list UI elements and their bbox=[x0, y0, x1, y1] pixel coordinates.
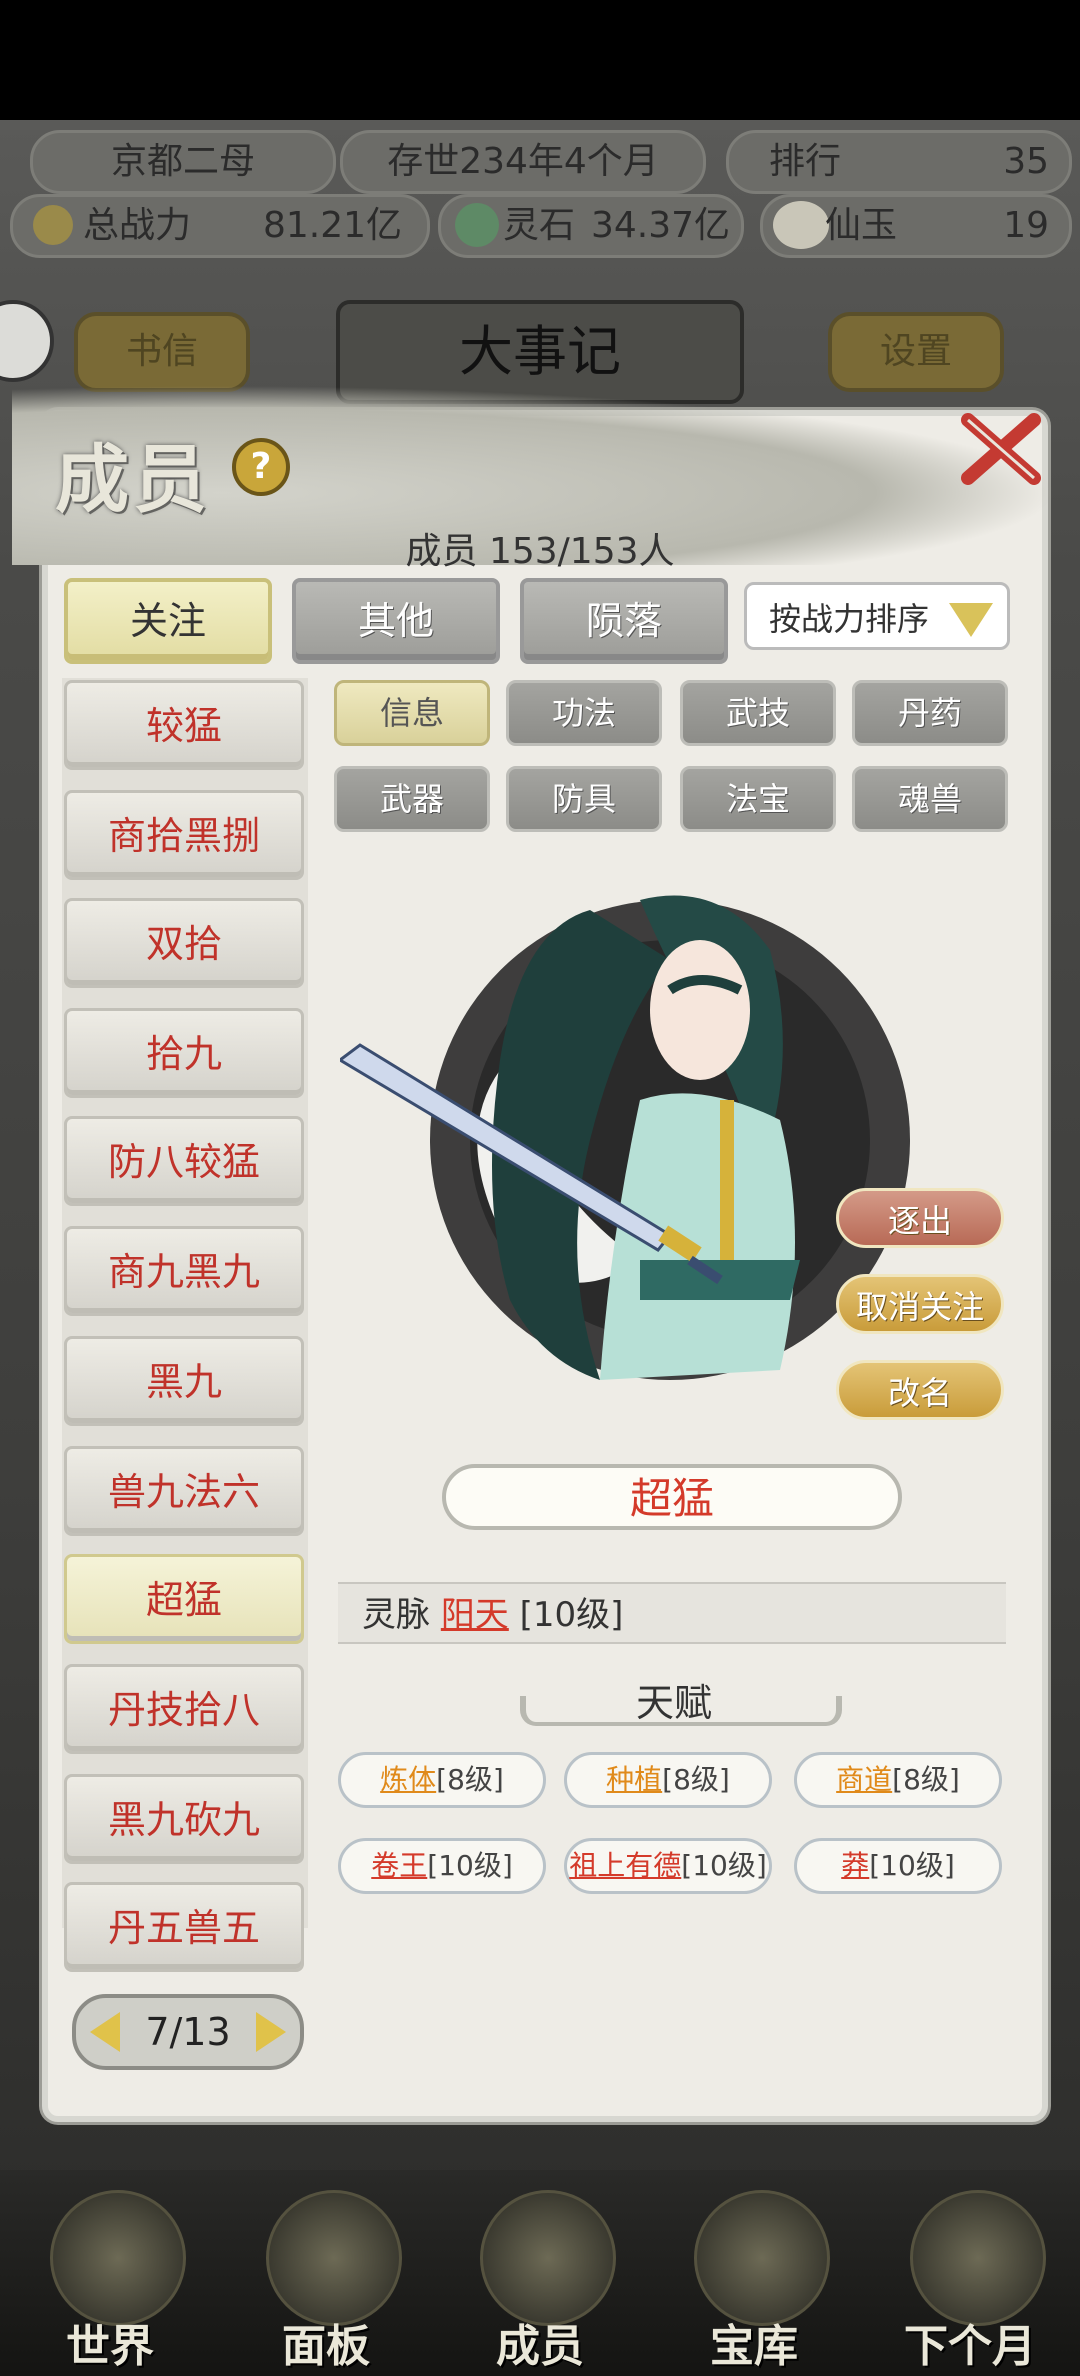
subtab-beast[interactable]: 魂兽 bbox=[852, 766, 1008, 832]
jade-label: 仙玉 bbox=[825, 205, 898, 246]
member-count: 成员 153/153人 bbox=[405, 531, 675, 572]
swirl-icon bbox=[910, 2190, 1046, 2326]
list-item[interactable]: 商拾黑捌 bbox=[64, 790, 304, 880]
list-item[interactable]: 丹技拾八 bbox=[64, 1664, 304, 1754]
chevron-down-icon bbox=[949, 603, 993, 637]
list-item[interactable]: 较猛 bbox=[64, 680, 304, 770]
nav-label: 世界 bbox=[66, 2321, 154, 2372]
list-item[interactable]: 丹五兽五 bbox=[64, 1882, 304, 1972]
spirit-stone-badge: 灵石 34.37亿 bbox=[438, 194, 744, 258]
spirit-stone-value: 34.37亿 bbox=[591, 205, 731, 246]
jade-badge: 仙玉 19 bbox=[760, 194, 1072, 258]
talent-name: 商道 bbox=[836, 1763, 893, 1796]
subtab-martial[interactable]: 武技 bbox=[680, 680, 836, 746]
rank-label: 排行 bbox=[769, 141, 842, 182]
scroll-icon bbox=[266, 2190, 402, 2326]
nav-treasury[interactable]: 宝库 bbox=[664, 2180, 844, 2376]
talent-name: 卷王 bbox=[371, 1849, 428, 1882]
next-page-icon[interactable] bbox=[256, 2012, 286, 2052]
dialog-title: 成员 bbox=[55, 437, 211, 523]
yin-yang-icon bbox=[694, 2190, 830, 2326]
sort-label: 按战力排序 bbox=[769, 600, 930, 638]
talent-pill[interactable]: 炼体[8级] bbox=[338, 1752, 546, 1808]
vein-row: 灵脉 阳天 [10级] bbox=[338, 1582, 1006, 1644]
talent-level: [10级] bbox=[427, 1849, 513, 1882]
spirit-stone-label: 灵石 bbox=[503, 205, 576, 246]
power-icon bbox=[33, 205, 73, 245]
list-item[interactable]: 双拾 bbox=[64, 898, 304, 988]
nav-label: 宝库 bbox=[710, 2321, 798, 2372]
talent-name: 祖上有德 bbox=[569, 1849, 682, 1882]
member-name-plate: 超猛 bbox=[442, 1464, 902, 1530]
tab-follow[interactable]: 关注 bbox=[64, 578, 272, 664]
jade-value: 19 bbox=[1003, 205, 1049, 246]
status-bar bbox=[0, 0, 1080, 120]
nav-label: 下个月 bbox=[904, 2321, 1036, 2372]
pager: 7/13 bbox=[72, 1994, 304, 2070]
sort-dropdown[interactable]: 按战力排序 bbox=[744, 582, 1010, 650]
vein-label: 灵脉 bbox=[362, 1595, 430, 1635]
nav-label: 面板 bbox=[282, 2321, 370, 2372]
list-item[interactable]: 防八较猛 bbox=[64, 1116, 304, 1206]
talent-name: 莽 bbox=[841, 1849, 870, 1882]
power-badge: 总战力 81.21亿 bbox=[10, 194, 430, 258]
hud-row-resources: 总战力 81.21亿 灵石 34.37亿 仙玉 19 bbox=[0, 194, 1080, 272]
subtab-technique[interactable]: 功法 bbox=[506, 680, 662, 746]
subtab-info[interactable]: 信息 bbox=[334, 680, 490, 746]
power-value: 81.21亿 bbox=[263, 205, 403, 246]
talent-pill[interactable]: 种植[8级] bbox=[564, 1752, 772, 1808]
talent-level: [8级] bbox=[662, 1763, 730, 1796]
settings-button[interactable]: 设置 bbox=[828, 312, 1004, 392]
nav-label: 成员 bbox=[496, 2321, 584, 2372]
page-indicator: 7/13 bbox=[145, 2010, 231, 2054]
talent-name: 炼体 bbox=[380, 1763, 437, 1796]
rank-badge[interactable]: 排行 35 bbox=[726, 130, 1072, 194]
list-item[interactable]: 兽九法六 bbox=[64, 1446, 304, 1536]
talent-level: [10级] bbox=[681, 1849, 767, 1882]
subtab-weapon[interactable]: 武器 bbox=[334, 766, 490, 832]
talent-level: [8级] bbox=[436, 1763, 504, 1796]
list-item[interactable]: 拾九 bbox=[64, 1008, 304, 1098]
tab-fallen[interactable]: 陨落 bbox=[520, 578, 728, 664]
list-item-selected[interactable]: 超猛 bbox=[64, 1554, 304, 1644]
unfollow-button[interactable]: 取消关注 bbox=[836, 1274, 1004, 1334]
rank-value: 35 bbox=[1003, 141, 1049, 182]
power-label: 总战力 bbox=[83, 205, 192, 246]
talent-title: 天赋 bbox=[635, 1681, 712, 1725]
talent-pill[interactable]: 卷王[10级] bbox=[338, 1838, 546, 1894]
talent-pill[interactable]: 商道[8级] bbox=[794, 1752, 1002, 1808]
list-item[interactable]: 黑九砍九 bbox=[64, 1774, 304, 1864]
person-icon bbox=[480, 2190, 616, 2326]
subtab-artifact[interactable]: 法宝 bbox=[680, 766, 836, 832]
jade-icon bbox=[773, 201, 829, 249]
tab-other[interactable]: 其他 bbox=[292, 578, 500, 664]
close-icon[interactable] bbox=[958, 408, 1044, 488]
vein-value[interactable]: 阳天 bbox=[441, 1595, 509, 1635]
nav-members[interactable]: 成员 bbox=[450, 2180, 630, 2376]
vein-level: [10级] bbox=[519, 1595, 624, 1635]
nav-world[interactable]: 世界 bbox=[20, 2180, 200, 2376]
nav-panel[interactable]: 面板 bbox=[236, 2180, 416, 2376]
talent-pill[interactable]: 祖上有德[10级] bbox=[564, 1838, 772, 1894]
expel-button[interactable]: 逐出 bbox=[836, 1188, 1004, 1248]
prev-page-icon[interactable] bbox=[90, 2012, 120, 2052]
list-item[interactable]: 商九黑九 bbox=[64, 1226, 304, 1316]
era-badge: 存世234年4个月 bbox=[340, 130, 706, 194]
mail-button[interactable]: 书信 bbox=[74, 312, 250, 392]
world-icon bbox=[50, 2190, 186, 2326]
talent-level: [8级] bbox=[892, 1763, 960, 1796]
talent-level: [10级] bbox=[869, 1849, 955, 1882]
list-item[interactable]: 黑九 bbox=[64, 1336, 304, 1426]
rename-button[interactable]: 改名 bbox=[836, 1360, 1004, 1420]
nav-next-month[interactable]: 下个月 bbox=[880, 2180, 1060, 2376]
location-badge: 京都二母 bbox=[30, 130, 336, 194]
talent-pill[interactable]: 莽[10级] bbox=[794, 1838, 1002, 1894]
subtab-armor[interactable]: 防具 bbox=[506, 766, 662, 832]
talent-name: 种植 bbox=[606, 1763, 663, 1796]
member-portrait bbox=[340, 895, 910, 1380]
subtab-pill[interactable]: 丹药 bbox=[852, 680, 1008, 746]
spirit-stone-icon bbox=[455, 203, 499, 247]
help-icon[interactable]: ? bbox=[232, 438, 290, 496]
